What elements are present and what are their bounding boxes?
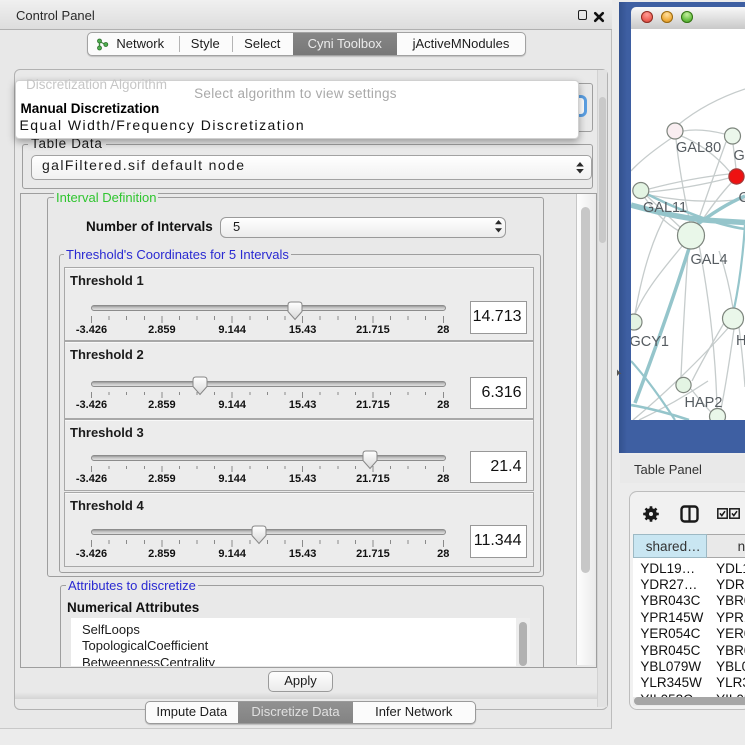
svg-text:GAL80: GAL80 xyxy=(676,140,721,156)
svg-text:GA: GA xyxy=(734,148,745,164)
svg-text:GAL11: GAL11 xyxy=(643,200,687,216)
svg-text:HAP2: HAP2 xyxy=(685,395,723,411)
svg-text:H: H xyxy=(736,333,745,349)
svg-text:GCY1: GCY1 xyxy=(631,334,669,350)
svg-text:C: C xyxy=(739,190,745,206)
svg-text:GAL4: GAL4 xyxy=(691,252,728,268)
